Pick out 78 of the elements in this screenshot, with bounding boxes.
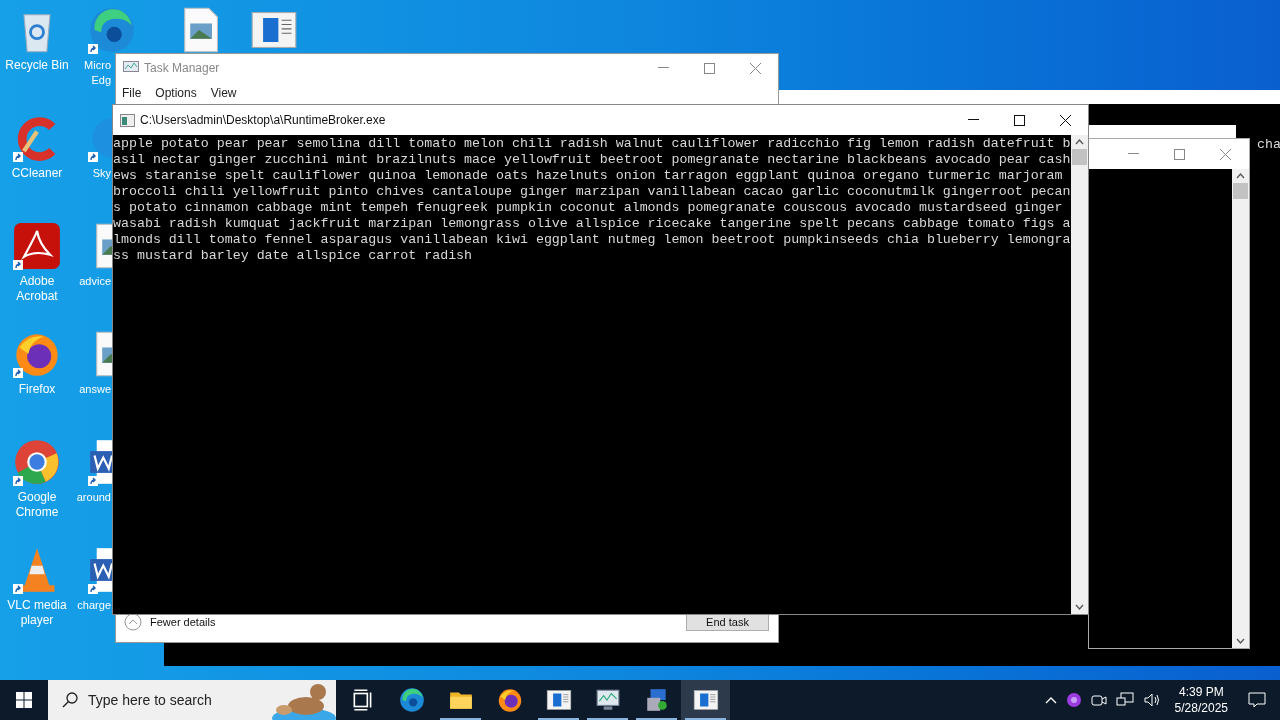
- icon-label[interactable]: Recycle Bin: [5, 58, 69, 73]
- window-file-icon: [692, 687, 719, 713]
- search-field[interactable]: Type here to search: [88, 689, 263, 711]
- speech-bubble-icon: [1248, 692, 1266, 708]
- close-icon: [1059, 114, 1071, 126]
- shortcut-arrow-icon: [88, 476, 98, 486]
- maximize-icon: [1013, 114, 1025, 126]
- clock[interactable]: 4:39 PM 5/28/2025: [1168, 684, 1234, 716]
- shortcut-arrow-icon: [88, 152, 98, 162]
- icon-label[interactable]: around: [76, 490, 111, 505]
- icon-label[interactable]: Google Chrome: [0, 490, 74, 520]
- running-indicator: [685, 718, 726, 720]
- console-text: lmonds dill tomato fennel asparagus vanillabean kiwi eggplant nutmeg lemon beetroot pumpkinseeds chia blueberry lemongra: [113, 232, 1071, 248]
- edge-icon: [88, 6, 136, 54]
- scrollbar[interactable]: [1071, 135, 1088, 614]
- monitor-graph-icon: [123, 61, 139, 75]
- scrollbar-thumb[interactable]: [1072, 149, 1087, 165]
- firefox-icon: [496, 687, 523, 713]
- shortcut-arrow-icon: [13, 584, 23, 594]
- scrollbar[interactable]: [1232, 169, 1249, 648]
- close-icon: [749, 62, 761, 74]
- search-bar[interactable]: Type here to search: [48, 680, 336, 720]
- scrollbar-thumb[interactable]: [1233, 183, 1248, 199]
- taskbar-app-button[interactable]: [681, 680, 730, 720]
- fewer-details-toggle[interactable]: Fewer details: [124, 613, 216, 631]
- icon-label[interactable]: Edg: [91, 73, 111, 88]
- icon-label[interactable]: Sky: [92, 166, 111, 181]
- window-title: C:\Users\admin\Desktop\a\RuntimeBroker.exe: [140, 112, 387, 129]
- acrobat-icon: [13, 222, 61, 270]
- console-text: wasabi radish kumquat jackfruit marzipan lemongrass olive allspice ricecake tangerine spelt pecans cabbage tomato figs a: [113, 216, 1071, 232]
- edge-icon: [398, 687, 425, 713]
- shortcut-arrow-icon: [13, 368, 23, 378]
- console-text: broccoli chili yellowfruit pinto chives cantaloupe ginger marzipan vanillabean cacao garlic coconutmilk gingerroot pecan: [113, 184, 1071, 200]
- monitor-graph-icon: [594, 687, 621, 713]
- menu-item[interactable]: Options: [155, 84, 197, 102]
- window-title: Task Manager: [144, 60, 221, 77]
- shortcut-arrow-icon: [88, 44, 98, 54]
- console-text: ews staranise spelt cauliflower quinoa lemonade oats hazelnuts onion tarragon eggplant quinoa oregano turmeric marjoram: [113, 168, 1064, 184]
- running-indicator: [587, 718, 628, 720]
- icon-label[interactable]: CCleaner: [11, 166, 63, 181]
- close-icon: [1219, 148, 1231, 160]
- search-icon: [62, 692, 78, 708]
- chevron-up-icon: [124, 613, 142, 631]
- console-text: asil nectar ginger zucchini mint brazilnuts mace yellowfruit beetroot pomegranate nectarine blackbeans avocado pear cash: [113, 152, 1071, 168]
- console-text: apple potato pear pear semolina dill tomato melon chili radish walnut cauliflower radicchio fig lemon radish datefruit b: [113, 136, 1071, 152]
- menu-item[interactable]: File: [122, 84, 142, 102]
- running-indicator: [636, 718, 677, 720]
- network-icon[interactable]: [1115, 692, 1134, 708]
- minimize-icon: [967, 119, 979, 121]
- icon-label[interactable]: Adobe Acrobat: [0, 274, 74, 304]
- windows-logo-icon: [16, 692, 32, 708]
- camera-icon[interactable]: [1090, 692, 1107, 708]
- shortcut-arrow-icon: [13, 152, 23, 162]
- icon-label[interactable]: charge: [77, 598, 111, 613]
- minimize-icon: [657, 67, 669, 69]
- shortcut-arrow-icon: [88, 584, 98, 594]
- icon-label[interactable]: Micro: [84, 58, 111, 73]
- chevron-up-icon[interactable]: [1044, 696, 1057, 704]
- icon-label[interactable]: answe: [79, 382, 111, 397]
- shortcut-arrow-icon: [13, 476, 23, 486]
- window-file-icon: [545, 687, 572, 713]
- icon-label[interactable]: VLC media player: [0, 598, 74, 628]
- console-window-icon: [120, 113, 135, 127]
- minimize-icon: [1127, 153, 1139, 155]
- maximize-icon: [703, 62, 715, 74]
- icon-label[interactable]: advice: [79, 274, 111, 289]
- icon-label[interactable]: Firefox: [18, 382, 56, 397]
- running-indicator: [538, 718, 579, 720]
- menu-item[interactable]: View: [210, 84, 237, 102]
- maximize-icon: [1173, 148, 1185, 160]
- running-indicator: [440, 718, 481, 720]
- shortcut-arrow-icon: [13, 260, 23, 270]
- console-text: cha: [1257, 136, 1280, 154]
- chrome-icon: [13, 438, 61, 486]
- speaker-icon[interactable]: [1142, 692, 1161, 708]
- circle-icon[interactable]: [1065, 692, 1082, 708]
- console-text: s potato cinnamon cabbage mint tempeh fenugreek pumpkin coconut almonds pomegranate couscous avocado mustardseed ginger: [113, 200, 1064, 216]
- console-text: ss mustard barley date allspice carrot radish: [113, 248, 474, 264]
